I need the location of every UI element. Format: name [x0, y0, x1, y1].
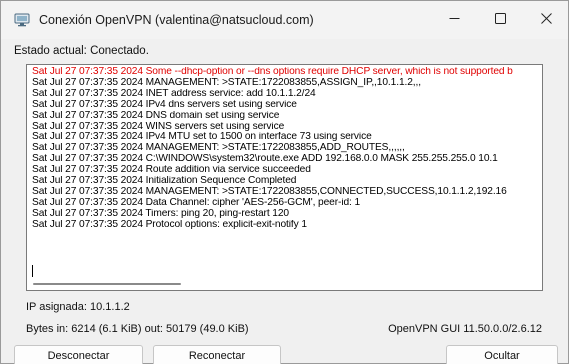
reconnect-button[interactable]: Reconectar — [153, 345, 281, 364]
window-title: Conexión OpenVPN (valentina@natsucloud.c… — [39, 13, 314, 27]
log-line: Sat Jul 27 07:37:35 2024 MANAGEMENT: >ST… — [32, 143, 405, 154]
log-line: Sat Jul 27 07:37:35 2024 MANAGEMENT: >ST… — [32, 77, 421, 88]
log-line: Sat Jul 27 07:37:35 2024 IPv4 dns server… — [32, 99, 297, 110]
log-line: Sat Jul 27 07:37:35 2024 Initialization … — [32, 176, 297, 187]
log-line: Sat Jul 27 07:37:35 2024 MANAGEMENT: >ST… — [32, 186, 507, 197]
openvpn-connection-window: Conexión OpenVPN (valentina@natsucloud.c… — [0, 0, 569, 364]
title-bar[interactable]: Conexión OpenVPN (valentina@natsucloud.c… — [1, 1, 568, 39]
maximize-icon — [494, 13, 506, 27]
text-caret — [32, 265, 33, 277]
log-line: Sat Jul 27 07:37:35 2024 DNS domain set … — [32, 110, 280, 121]
log-line: Sat Jul 27 07:37:35 2024 Timers: ping 20… — [32, 208, 289, 219]
log-line: Sat Jul 27 07:37:35 2024 INET address se… — [32, 88, 316, 99]
gui-version: OpenVPN GUI 11.50.0.0/2.6.12 — [388, 323, 542, 335]
disconnect-button[interactable]: Desconectar — [14, 345, 143, 364]
log-line: Sat Jul 27 07:37:35 2024 Protocol option… — [32, 219, 307, 230]
hide-button[interactable]: Ocultar — [446, 345, 558, 364]
assigned-ip: IP asignada: 10.1.1.2 — [26, 301, 130, 313]
log-line: Sat Jul 27 07:37:35 2024 WINS servers se… — [32, 121, 285, 132]
close-button[interactable] — [523, 1, 569, 39]
log-line: Sat Jul 27 07:37:35 2024 Some --dhcp-opt… — [32, 67, 513, 77]
minimize-button[interactable] — [431, 1, 477, 39]
log-lines: Sat Jul 27 07:37:35 2024 Some --dhcp-opt… — [32, 67, 540, 231]
bytes-counter: Bytes in: 6214 (6.1 KiB) out: 50179 (49.… — [26, 323, 249, 335]
log-textbox[interactable]: Sat Jul 27 07:37:35 2024 Some --dhcp-opt… — [26, 64, 543, 291]
horizontal-scrollbar[interactable] — [27, 278, 542, 290]
log-line: Sat Jul 27 07:37:35 2024 Route addition … — [32, 165, 311, 176]
close-icon — [540, 13, 552, 27]
log-line: Sat Jul 27 07:37:35 2024 IPv4 MTU set to… — [32, 132, 372, 143]
maximize-button[interactable] — [477, 1, 523, 39]
log-line: Sat Jul 27 07:37:35 2024 C:\WINDOWS\syst… — [32, 154, 498, 165]
scrollbar-thumb[interactable] — [33, 283, 181, 285]
minimize-icon — [449, 13, 460, 27]
connection-status: Estado actual: Conectado. — [14, 45, 149, 57]
log-line: Sat Jul 27 07:37:35 2024 Data Channel: c… — [32, 197, 361, 208]
openvpn-monitor-icon — [14, 13, 30, 27]
